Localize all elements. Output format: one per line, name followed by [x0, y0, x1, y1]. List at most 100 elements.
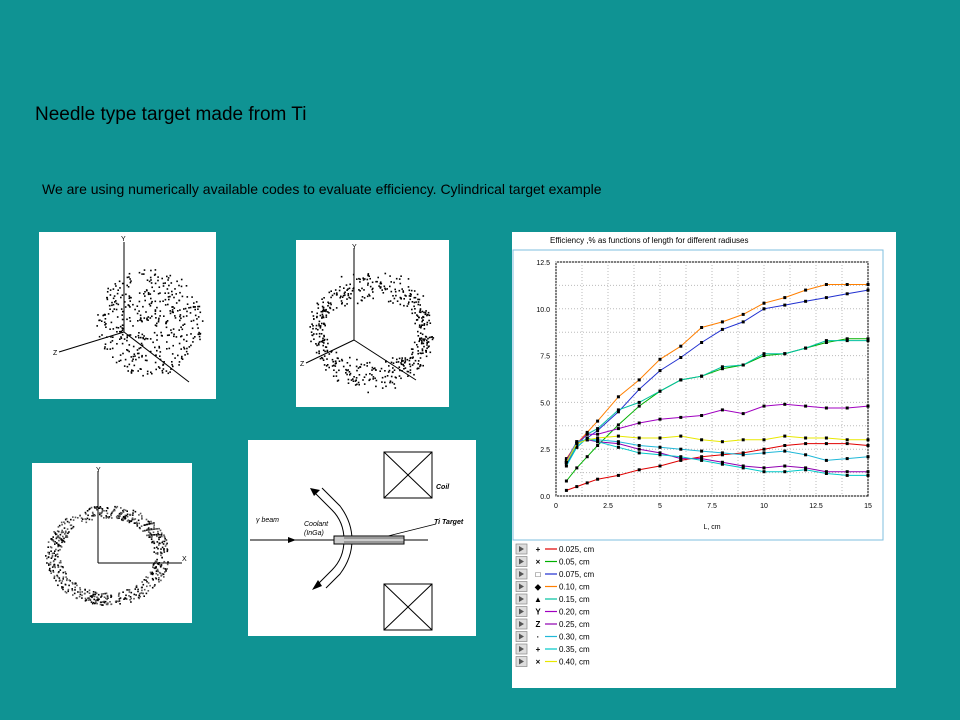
- scatter-point: [416, 346, 419, 348]
- scatter-point: [338, 369, 340, 372]
- scatter-point: [48, 562, 50, 565]
- scatter-point: [354, 384, 357, 386]
- scatter-point: [101, 511, 103, 513]
- scatter-point: [58, 571, 60, 573]
- data-point: [564, 488, 568, 492]
- scatter-point: [155, 354, 157, 356]
- data-point: [637, 387, 641, 391]
- scatter-point: [77, 591, 79, 593]
- scatter-point: [125, 514, 128, 517]
- scatter-point: [49, 561, 52, 564]
- scatter-point: [419, 332, 422, 334]
- scatter-point: [322, 359, 325, 361]
- data-point: [866, 438, 870, 442]
- scatter-point: [363, 297, 366, 299]
- scatter-point: [120, 507, 122, 509]
- scatter-point: [166, 550, 169, 553]
- scatter-point: [120, 308, 123, 310]
- scatter-point: [153, 290, 155, 292]
- scatter-point: [173, 307, 176, 309]
- scatter-point: [355, 379, 357, 381]
- scatter-point: [363, 289, 365, 291]
- scatter-point: [337, 357, 339, 360]
- scatter-point: [190, 344, 192, 347]
- data-point: [658, 464, 662, 468]
- scatter-point: [144, 529, 147, 532]
- scatter-point: [79, 588, 82, 591]
- scatter-point: [101, 334, 103, 336]
- data-point: [700, 458, 704, 462]
- scatter-point: [422, 342, 425, 345]
- scatter-point: [132, 345, 135, 348]
- scatter-point: [103, 517, 105, 519]
- scatter-point: [161, 277, 163, 280]
- data-point: [804, 453, 808, 457]
- scatter-point: [105, 326, 107, 328]
- scatter-point: [72, 519, 75, 521]
- scatter-point: [165, 370, 168, 372]
- scatter-point: [117, 303, 120, 306]
- scatter-point: [160, 554, 162, 557]
- scatter-point: [389, 275, 391, 277]
- scatter-point: [197, 308, 199, 310]
- scatter-point: [166, 288, 169, 290]
- scatter-point: [185, 340, 188, 342]
- scatter-point: [91, 602, 94, 605]
- scatter-point: [398, 375, 401, 377]
- data-point: [824, 339, 828, 343]
- scatter-point: [342, 365, 345, 368]
- scatter-point: [192, 305, 195, 308]
- scatter-point: [346, 303, 348, 305]
- scatter-point: [341, 359, 344, 362]
- scatter-point: [88, 589, 91, 592]
- data-point: [575, 466, 579, 470]
- scatter-point: [156, 339, 158, 341]
- scatter-point: [167, 277, 170, 279]
- scatter-point: [136, 525, 139, 527]
- scatter-point: [342, 294, 345, 297]
- scatter-point: [171, 363, 173, 366]
- scatter-point: [81, 594, 83, 597]
- scatter-point: [349, 364, 351, 367]
- scatter-point: [159, 310, 162, 312]
- scatter-point: [105, 510, 108, 512]
- scatter-point: [128, 317, 131, 319]
- scatter-point: [184, 307, 187, 310]
- legend-label: 0.15, cm: [559, 595, 590, 604]
- scatter-point: [340, 300, 343, 302]
- scatter-point: [422, 319, 424, 321]
- scatter-point: [137, 370, 139, 372]
- scatter-point: [164, 536, 166, 539]
- scatter-point: [179, 314, 182, 316]
- scatter-point: [183, 346, 185, 349]
- scatter-point: [154, 310, 157, 313]
- scatter-point: [333, 292, 336, 295]
- scatter-point: [61, 580, 64, 582]
- scatter-point: [50, 538, 52, 540]
- scatter-point: [105, 515, 107, 517]
- scatter-point: [151, 522, 153, 525]
- scatter-point: [141, 333, 144, 336]
- scatter-point: [106, 298, 109, 301]
- scatter-point: [134, 308, 136, 311]
- scatter-point: [194, 308, 196, 311]
- data-point: [741, 363, 745, 367]
- scatter-point: [113, 308, 116, 310]
- scatter-point: [166, 341, 168, 343]
- y-tick-label: 12.5: [536, 260, 550, 267]
- scatter-point: [150, 520, 152, 523]
- scatter-point: [118, 598, 121, 600]
- scatter-point: [138, 271, 141, 274]
- scatter-point: [88, 592, 91, 594]
- scatter-point: [395, 361, 398, 363]
- scatter-point: [110, 514, 112, 517]
- scatter-point: [121, 324, 124, 326]
- scatter-point: [124, 358, 127, 361]
- data-point: [783, 464, 787, 468]
- scatter-point: [419, 337, 421, 340]
- scatter-point: [140, 342, 143, 345]
- scatter-point: [144, 524, 146, 526]
- scatter-point: [74, 582, 77, 584]
- scatter-point: [81, 518, 84, 520]
- scatter-point: [134, 518, 137, 520]
